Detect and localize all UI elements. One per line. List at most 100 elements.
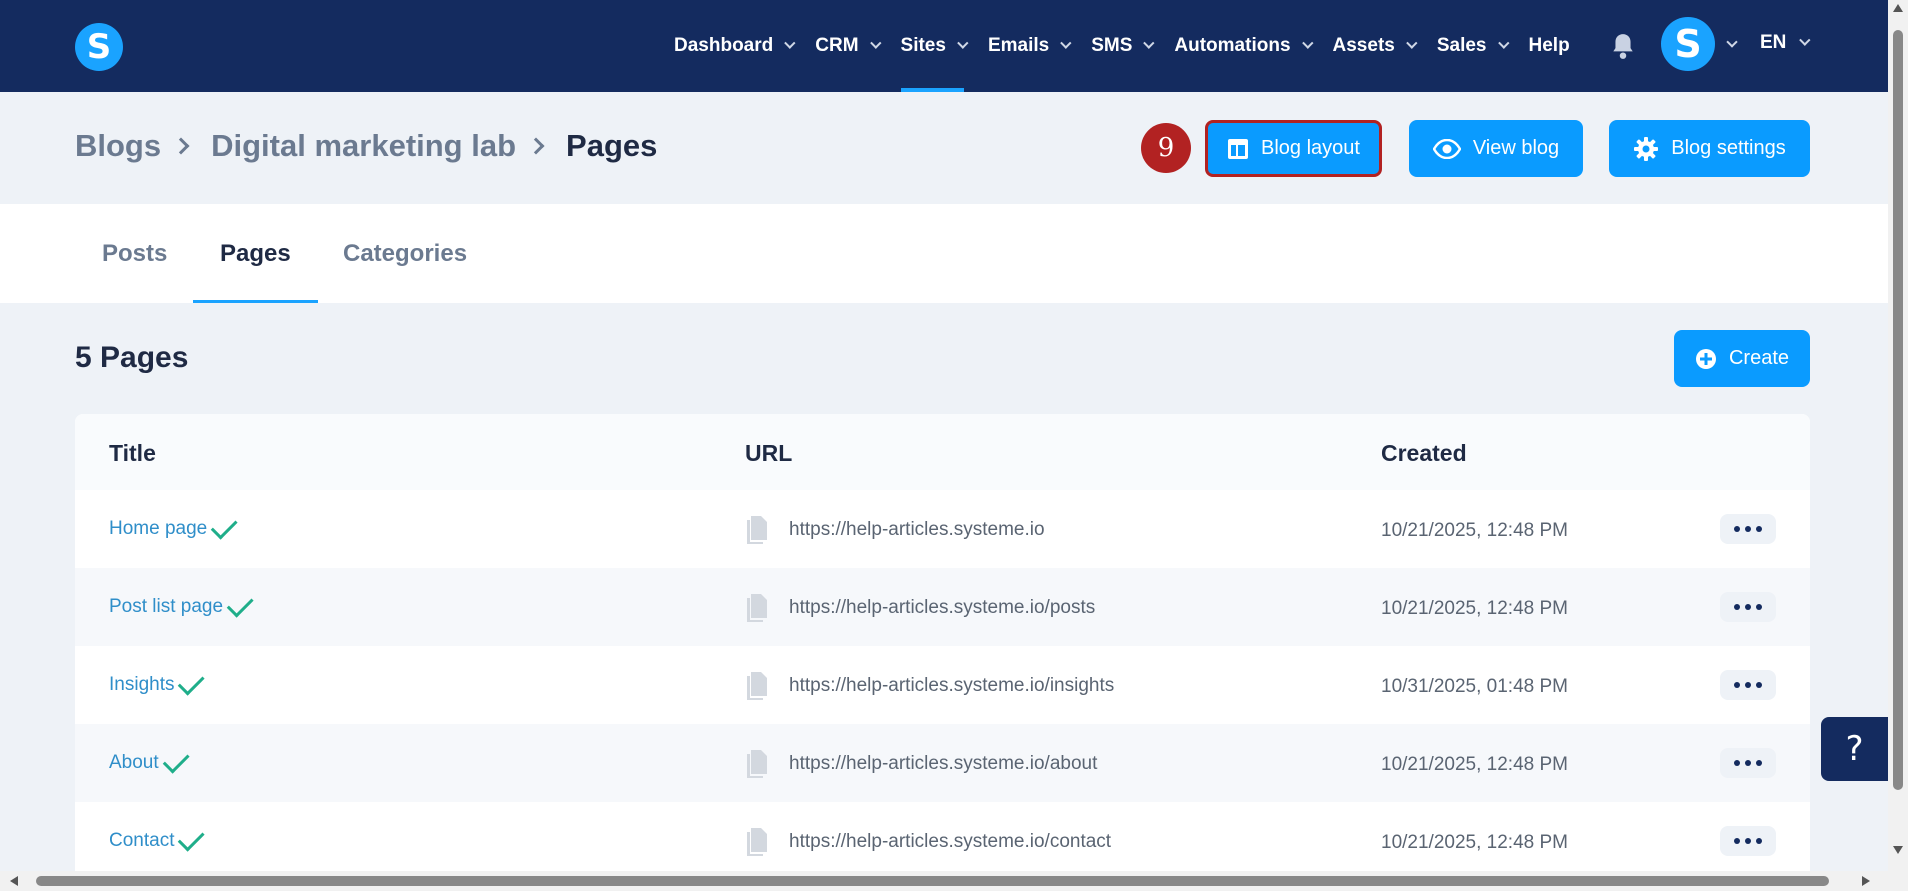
dot-icon — [1756, 838, 1762, 844]
plus-circle-icon — [1695, 348, 1716, 369]
blog-settings-button[interactable]: Blog settings — [1609, 120, 1810, 177]
nav-crm[interactable]: CRM — [815, 0, 882, 92]
nav-dashboard[interactable]: Dashboard — [674, 0, 796, 92]
breadcrumb: Blogs Digital marketing lab Pages — [75, 128, 657, 164]
blog-layout-label: Blog layout — [1261, 137, 1360, 159]
page-url: https://help-articles.systeme.io — [745, 516, 1045, 544]
breadcrumb-blogs[interactable]: Blogs — [75, 128, 161, 164]
nav-help[interactable]: Help — [1529, 0, 1570, 92]
nav-assets[interactable]: Assets — [1332, 0, 1418, 92]
page-created: 10/21/2025, 12:48 PM — [1381, 832, 1568, 853]
table-row: Contact https://help-articles.systeme.io… — [75, 802, 1810, 874]
row-actions-button[interactable] — [1720, 748, 1776, 778]
language-selector[interactable]: EN — [1760, 32, 1811, 54]
nav-emails-label: Emails — [987, 35, 1050, 56]
nav-sites[interactable]: Sites — [900, 0, 969, 92]
tab-categories[interactable]: Categories — [343, 204, 467, 303]
user-avatar[interactable]: S — [1661, 17, 1715, 71]
blog-layout-button[interactable]: Blog layout — [1205, 120, 1382, 177]
page-created: 10/21/2025, 12:48 PM — [1381, 520, 1568, 541]
nav-sales-label: Sales — [1436, 35, 1487, 56]
check-icon — [162, 746, 190, 774]
copy-icon[interactable] — [745, 594, 769, 622]
nav-sms[interactable]: SMS — [1091, 0, 1155, 92]
nav-automations-label: Automations — [1174, 35, 1291, 56]
dot-icon — [1745, 604, 1751, 610]
chevron-down-icon — [957, 37, 969, 49]
main-nav: Dashboard CRM Sites Emails SMS Automatio… — [674, 0, 1594, 92]
chevron-down-icon — [1060, 37, 1072, 49]
nav-crm-label: CRM — [815, 35, 859, 56]
row-actions-button[interactable] — [1720, 670, 1776, 700]
nav-automations[interactable]: Automations — [1174, 0, 1314, 92]
view-blog-button[interactable]: View blog — [1409, 120, 1583, 177]
copy-icon[interactable] — [745, 516, 769, 544]
nav-sales[interactable]: Sales — [1436, 0, 1509, 92]
dot-icon — [1745, 760, 1751, 766]
column-header-created[interactable]: Created — [1381, 440, 1467, 467]
chevron-down-icon — [1301, 37, 1314, 49]
horizontal-scrollbar[interactable] — [0, 871, 1908, 891]
dot-icon — [1734, 682, 1740, 688]
page-title-text: Home page — [109, 518, 208, 539]
dot-icon — [1745, 838, 1751, 844]
section-title: 5 Pages — [75, 341, 189, 374]
copy-icon[interactable] — [745, 750, 769, 778]
tab-pages[interactable]: Pages — [193, 204, 318, 303]
bell-icon[interactable] — [1610, 32, 1636, 60]
copy-icon[interactable] — [745, 828, 769, 856]
chevron-down-icon[interactable] — [1726, 36, 1738, 48]
page-title-link[interactable]: Post list page — [109, 590, 255, 618]
copy-icon[interactable] — [745, 672, 769, 700]
page-title-link[interactable]: Home page — [109, 512, 239, 540]
chevron-right-icon — [172, 137, 190, 155]
language-label: EN — [1760, 32, 1787, 53]
tab-posts[interactable]: Posts — [102, 204, 167, 303]
page-url: https://help-articles.systeme.io/about — [745, 750, 1097, 778]
tabs-bar: Posts Pages Categories — [0, 204, 1888, 303]
pages-table: Title URL Created Home page https://help… — [75, 414, 1810, 874]
page-url-text: https://help-articles.systeme.io/insight… — [789, 675, 1115, 696]
chevron-right-icon — [527, 137, 545, 155]
column-header-title[interactable]: Title — [109, 440, 156, 467]
scroll-down-arrow-icon[interactable] — [1893, 846, 1903, 854]
page-created: 10/21/2025, 12:48 PM — [1381, 754, 1568, 775]
row-actions-button[interactable] — [1720, 826, 1776, 856]
row-actions-button[interactable] — [1720, 514, 1776, 544]
layout-icon — [1228, 138, 1249, 159]
table-header: Title URL Created — [75, 414, 1810, 490]
page-url: https://help-articles.systeme.io/posts — [745, 594, 1095, 622]
page-url-text: https://help-articles.systeme.io — [789, 519, 1045, 540]
page-title-link[interactable]: Insights — [109, 668, 206, 696]
nav-sites-label: Sites — [900, 35, 946, 56]
chevron-down-icon — [869, 37, 882, 49]
chevron-down-icon — [1799, 34, 1811, 46]
breadcrumb-current: Pages — [566, 128, 658, 163]
table-row: Home page https://help-articles.systeme.… — [75, 490, 1810, 568]
nav-assets-label: Assets — [1332, 35, 1395, 56]
vertical-scrollbar[interactable] — [1888, 0, 1908, 871]
column-header-url[interactable]: URL — [745, 440, 792, 467]
page-created: 10/31/2025, 01:48 PM — [1381, 676, 1568, 697]
page-url-text: https://help-articles.systeme.io/posts — [789, 597, 1096, 618]
row-actions-button[interactable] — [1720, 592, 1776, 622]
chevron-down-icon — [1406, 37, 1418, 49]
help-widget-button[interactable]: ? — [1821, 717, 1888, 781]
check-icon — [178, 668, 206, 696]
page-title-text: Insights — [109, 674, 175, 695]
vertical-scroll-thumb[interactable] — [1893, 30, 1903, 790]
chevron-down-icon — [784, 37, 796, 49]
horizontal-scroll-thumb[interactable] — [36, 876, 1829, 886]
nav-emails[interactable]: Emails — [987, 0, 1072, 92]
scroll-left-arrow-icon[interactable] — [10, 876, 18, 886]
page-url: https://help-articles.systeme.io/contact — [745, 828, 1111, 856]
systeme-logo[interactable]: S — [75, 23, 123, 71]
page-title-link[interactable]: About — [109, 746, 191, 774]
scroll-right-arrow-icon[interactable] — [1862, 876, 1870, 886]
dot-icon — [1756, 760, 1762, 766]
scroll-up-arrow-icon[interactable] — [1893, 4, 1903, 12]
breadcrumb-blog[interactable]: Digital marketing lab — [211, 128, 516, 164]
create-button[interactable]: Create — [1674, 330, 1810, 387]
check-icon — [178, 824, 206, 852]
page-title-link[interactable]: Contact — [109, 824, 206, 852]
